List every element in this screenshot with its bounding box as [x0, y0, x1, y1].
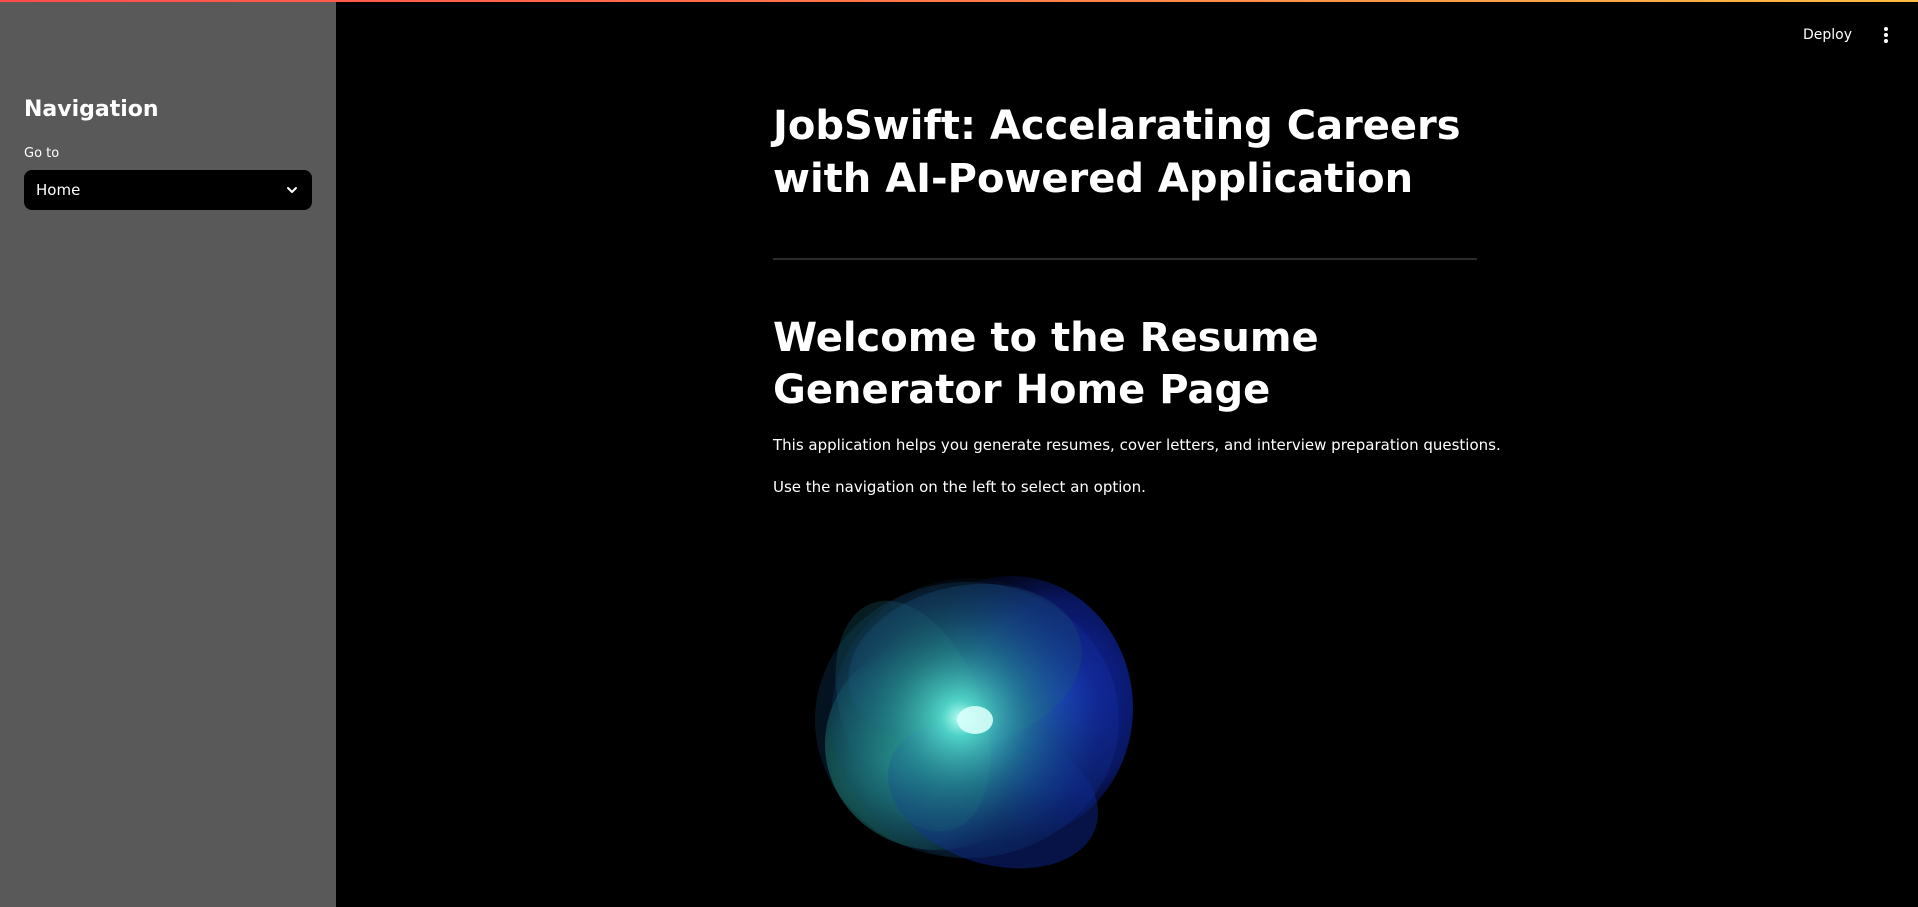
deploy-button[interactable]: Deploy [1799, 21, 1856, 49]
page-select[interactable]: Home [24, 170, 312, 210]
sidebar-title: Navigation [24, 97, 159, 122]
divider [773, 258, 1477, 260]
welcome-title: Welcome to the Resume Generator Home Pag… [773, 315, 1319, 413]
select-value: Home [36, 181, 81, 199]
more-vertical-icon[interactable] [1874, 20, 1898, 50]
instructions-paragraph: Use the navigation on the left to select… [773, 478, 1146, 496]
select-label: Go to [24, 146, 60, 161]
app-title: JobSwift: Accelarating Careers with AI-P… [773, 103, 1461, 202]
chevron-down-icon [284, 182, 300, 198]
animated-orb-graphic [815, 576, 1133, 869]
header-actions: Deploy [1799, 20, 1898, 50]
sidebar: Navigation Go to Home [0, 0, 336, 907]
intro-paragraph: This application helps you generate resu… [773, 436, 1501, 454]
top-accent-bar [0, 0, 1918, 2]
content-column: JobSwift: Accelarating Careers with AI-P… [773, 100, 1501, 496]
